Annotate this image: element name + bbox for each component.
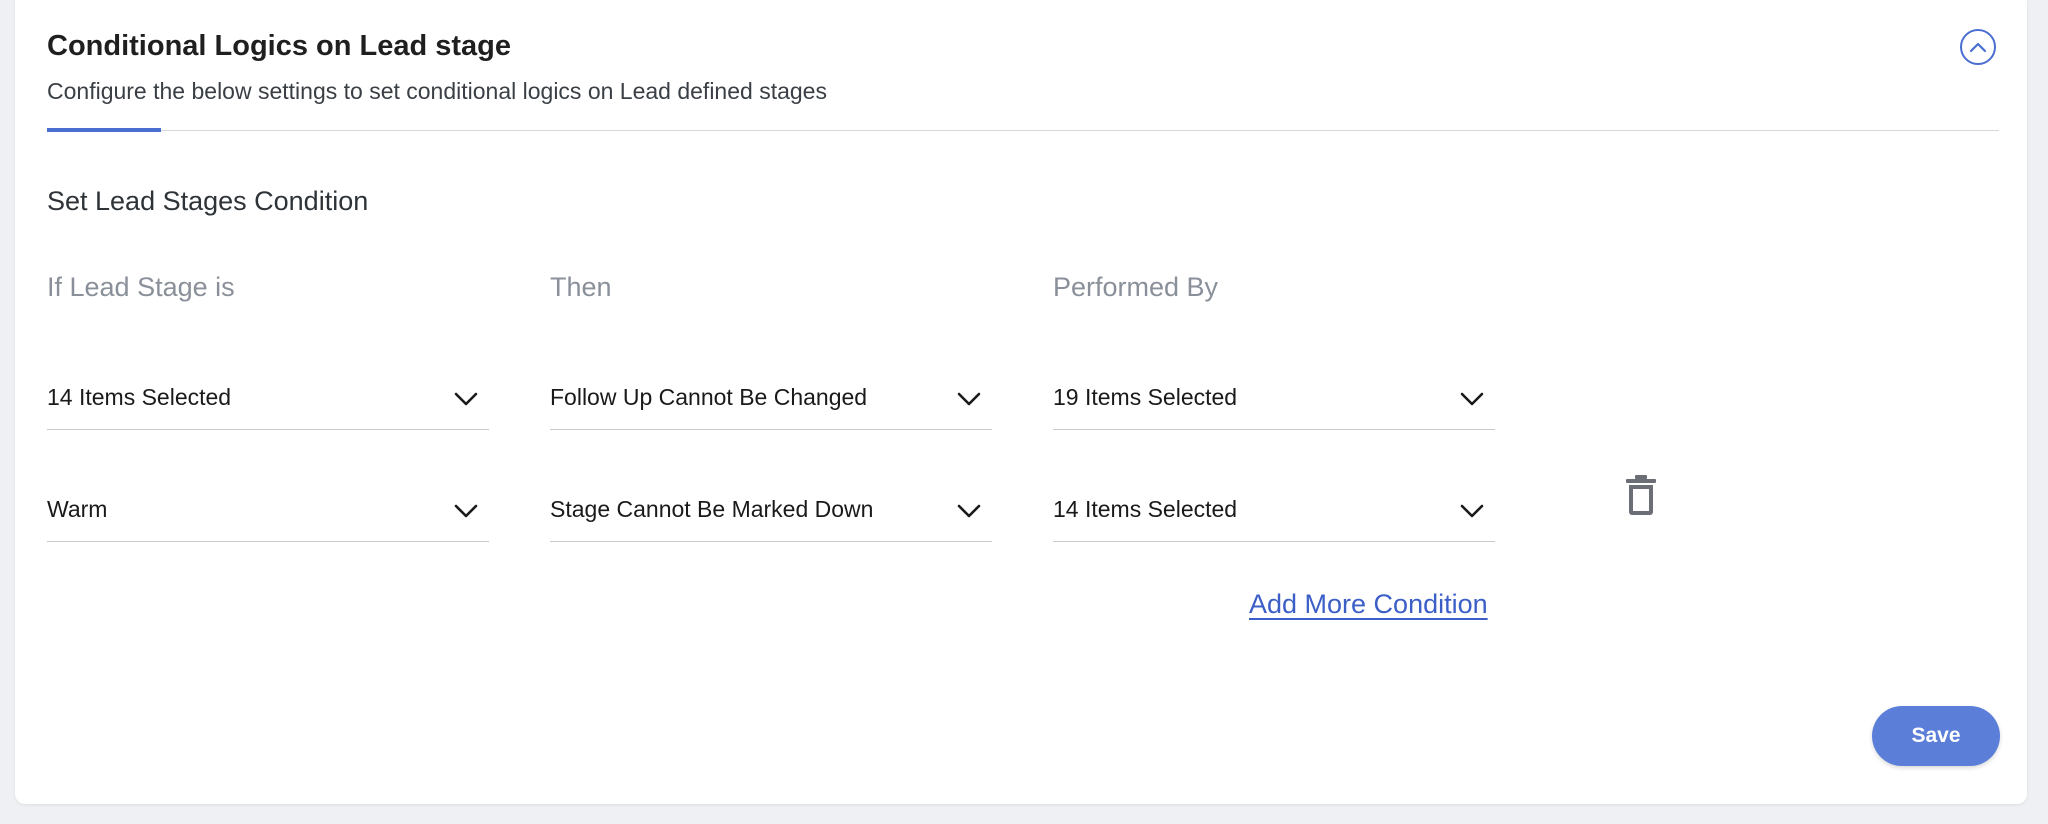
lead-stage-select-row1[interactable]: 14 Items Selected (47, 370, 489, 430)
chevron-down-icon (454, 504, 478, 518)
card-subtitle: Configure the below settings to set cond… (47, 78, 827, 104)
lead-stage-select-row2[interactable]: Warm (47, 482, 489, 542)
section-title: Set Lead Stages Condition (47, 186, 369, 216)
chevron-down-icon (1460, 392, 1484, 406)
save-button[interactable]: Save (1872, 706, 2000, 766)
select-value: 19 Items Selected (1053, 384, 1238, 410)
select-value: Warm (47, 496, 108, 522)
header-divider (47, 130, 1999, 131)
select-value: 14 Items Selected (1053, 496, 1238, 522)
chevron-down-icon (454, 392, 478, 406)
chevron-down-icon (957, 392, 981, 406)
column-label-lead-stage: If Lead Stage is (47, 272, 235, 302)
then-select-row2[interactable]: Stage Cannot Be Marked Down (550, 482, 992, 542)
trash-icon[interactable] (1623, 474, 1659, 516)
active-indicator (47, 128, 161, 132)
chevron-down-icon (1460, 504, 1484, 518)
card-title: Conditional Logics on Lead stage (47, 30, 512, 62)
select-value: Follow Up Cannot Be Changed (550, 384, 868, 410)
select-value: 14 Items Selected (47, 384, 232, 410)
performed-by-select-row1[interactable]: 19 Items Selected (1053, 370, 1495, 430)
performed-by-select-row2[interactable]: 14 Items Selected (1053, 482, 1495, 542)
chevron-down-icon (957, 504, 981, 518)
collapse-button[interactable] (1960, 29, 1996, 65)
chevron-up-icon (1969, 42, 1987, 53)
then-select-row1[interactable]: Follow Up Cannot Be Changed (550, 370, 992, 430)
conditional-logic-card: Conditional Logics on Lead stage Configu… (15, 0, 2027, 804)
add-more-condition-link[interactable]: Add More Condition (1249, 589, 1488, 620)
column-label-then: Then (550, 272, 612, 302)
select-value: Stage Cannot Be Marked Down (550, 496, 874, 522)
column-label-performed-by: Performed By (1053, 272, 1219, 302)
